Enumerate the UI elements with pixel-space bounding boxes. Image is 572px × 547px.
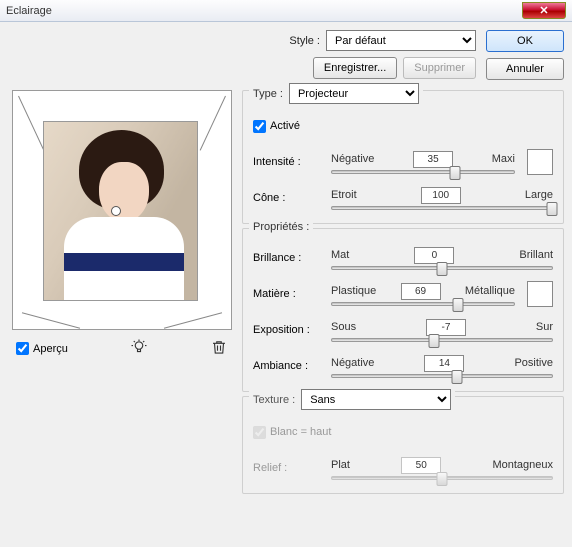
type-label: Type : [253,88,283,100]
exposure-right-label: Sur [536,321,553,333]
intensity-thumb[interactable] [449,166,460,180]
light-control-line [22,312,80,328]
intensity-label: Intensité : [253,156,323,168]
light-color-swatch[interactable] [527,149,553,175]
light-control-line [200,96,226,151]
gloss-thumb[interactable] [437,262,448,276]
relief-slider [331,476,553,480]
ambience-thumb[interactable] [452,370,463,384]
properties-label: Propriétés : [249,221,313,233]
cancel-button[interactable]: Annuler [486,58,564,80]
cone-right-label: Large [525,189,553,201]
material-thumb[interactable] [452,298,463,312]
intensity-slider[interactable] [331,170,515,174]
close-icon: ✕ [539,4,548,17]
ambience-left-label: Négative [331,357,374,369]
preview-checkbox-label: Aperçu [33,343,68,355]
bulb-icon[interactable] [130,338,148,359]
cone-slider[interactable] [331,206,553,210]
intensity-right-label: Maxi [492,153,515,165]
material-left-label: Plastique [331,285,376,297]
material-value[interactable]: 69 [401,283,441,300]
active-checkbox-input[interactable] [253,120,266,133]
window-close-button[interactable]: ✕ [522,2,566,19]
intensity-value[interactable]: 35 [413,151,453,168]
delete-style-button: Supprimer [403,57,476,79]
relief-value: 50 [401,457,441,474]
active-checkbox[interactable]: Activé [253,120,300,133]
preview-checkbox-input[interactable] [16,342,29,355]
material-label: Matière : [253,288,323,300]
gloss-value[interactable]: 0 [414,247,454,264]
style-select[interactable]: Par défaut [326,30,476,51]
relief-right-label: Montagneux [492,459,553,471]
exposure-thumb[interactable] [429,334,440,348]
cone-label: Cône : [253,192,323,204]
material-slider[interactable] [331,302,515,306]
properties-panel: Propriétés : Brillance : Mat 0 Brillant … [242,228,564,392]
exposure-label: Exposition : [253,324,323,336]
gloss-right-label: Brillant [519,249,553,261]
trash-icon[interactable] [210,338,228,359]
white-high-checkbox: Blanc = haut [253,426,331,439]
texture-panel: Texture : Sans Blanc = haut Relief : Pla… [242,396,564,494]
gloss-label: Brillance : [253,252,323,264]
relief-thumb [437,472,448,486]
relief-left-label: Plat [331,459,350,471]
ambience-slider[interactable] [331,374,553,378]
window-title: Eclairage [6,5,52,17]
style-label: Style : [289,35,320,47]
preview-checkbox[interactable]: Aperçu [16,342,68,355]
gloss-slider[interactable] [331,266,553,270]
preview-canvas[interactable] [12,90,232,330]
relief-label: Relief : [253,462,323,474]
material-color-swatch[interactable] [527,281,553,307]
type-panel: Type : Projecteur Activé Intensité : Nég… [242,90,564,224]
save-style-button[interactable]: Enregistrer... [313,57,397,79]
exposure-slider[interactable] [331,338,553,342]
exposure-left-label: Sous [331,321,356,333]
ambience-right-label: Positive [514,357,553,369]
texture-label: Texture : [253,394,295,406]
ok-button[interactable]: OK [486,30,564,52]
ambience-label: Ambiance : [253,360,323,372]
white-high-checkbox-input [253,426,266,439]
type-select[interactable]: Projecteur [289,83,419,104]
material-right-label: Métallique [465,285,515,297]
cone-value[interactable]: 100 [421,187,461,204]
cone-thumb[interactable] [547,202,558,216]
light-control-line [164,312,222,328]
cone-left-label: Etroit [331,189,357,201]
gloss-left-label: Mat [331,249,349,261]
light-center-handle[interactable] [111,206,121,216]
active-checkbox-label: Activé [270,120,300,132]
intensity-left-label: Négative [331,153,374,165]
light-control-line [18,96,44,151]
white-high-label: Blanc = haut [270,426,331,438]
texture-select[interactable]: Sans [301,389,451,410]
